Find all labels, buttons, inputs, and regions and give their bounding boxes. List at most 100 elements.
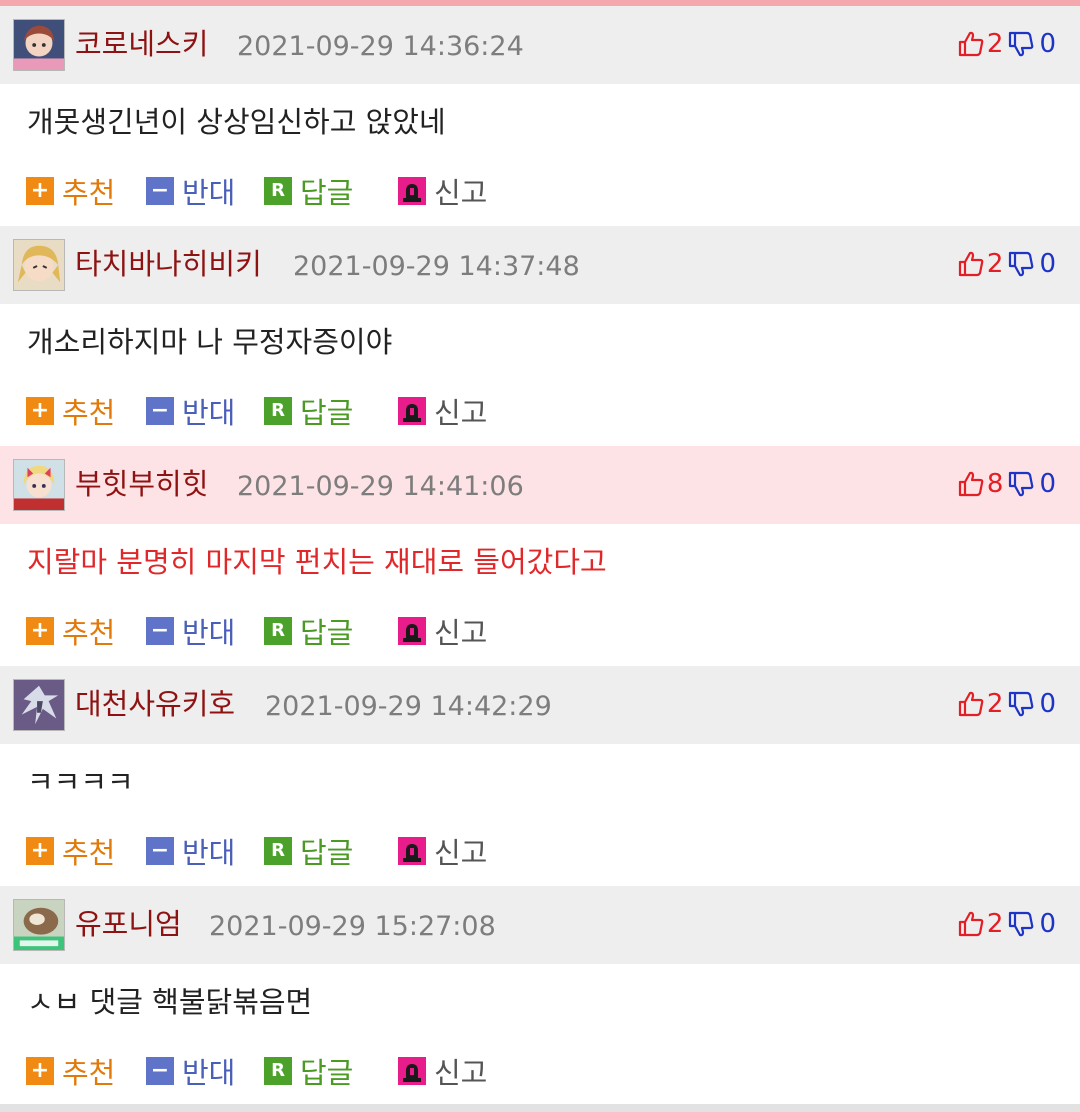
reply-icon: R (264, 177, 292, 205)
comment-item: 부힛부히힛 2021-09-29 14:41:06 8 0 지랄마 분명히 마지… (0, 446, 1080, 666)
oppose-label: 반대 (182, 396, 236, 430)
thumbs-down-icon[interactable] (1007, 30, 1035, 58)
reply-label: 답글 (300, 1056, 354, 1090)
siren-icon (398, 837, 426, 865)
comment-text: 개못생긴년이 상상임신하고 앉았네 (27, 105, 446, 139)
thumbs-down-icon[interactable] (1007, 690, 1035, 718)
thumbs-up-icon[interactable] (957, 250, 985, 278)
comment-nickname[interactable]: 대천사유키호 (75, 684, 235, 724)
comment-text: 개소리하지마 나 무정자증이야 (27, 325, 393, 359)
recommend-label: 추천 (62, 176, 116, 210)
reply-button[interactable]: R 답글 (264, 386, 353, 436)
reply-label: 답글 (300, 616, 354, 650)
thumbs-down-icon[interactable] (1007, 910, 1035, 938)
comment-nickname[interactable]: 타치바나히비키 (75, 244, 262, 284)
user-avatar[interactable] (13, 239, 65, 291)
recommend-label: 추천 (62, 836, 116, 870)
comment-nickname[interactable]: 부힛부히힛 (75, 464, 208, 504)
downvote-count: 0 (1039, 689, 1056, 719)
comment-text: 지랄마 분명히 마지막 펀치는 재대로 들어갔다고 (27, 545, 607, 579)
user-avatar[interactable] (13, 459, 65, 511)
user-avatar[interactable] (13, 19, 65, 71)
minus-icon: − (146, 617, 174, 645)
downvote-count: 0 (1039, 909, 1056, 939)
thumbs-down-icon[interactable] (1007, 250, 1035, 278)
downvote-count: 0 (1039, 29, 1056, 59)
thumbs-up-icon[interactable] (957, 910, 985, 938)
user-avatar[interactable] (13, 679, 65, 731)
comment-nickname[interactable]: 코로네스키 (75, 24, 208, 64)
vote-counts: 2 0 (957, 904, 1056, 944)
minus-icon: − (146, 177, 174, 205)
report-button[interactable]: 신고 (398, 166, 487, 216)
comment-timestamp: 2021-09-29 15:27:08 (209, 911, 496, 942)
reply-label: 답글 (300, 176, 354, 210)
siren-icon (398, 177, 426, 205)
upvote-count: 2 (986, 909, 1004, 939)
upvote-count: 2 (986, 249, 1004, 279)
oppose-button[interactable]: − 반대 (146, 386, 235, 436)
recommend-label: 추천 (62, 616, 116, 650)
reply-button[interactable]: R 답글 (264, 606, 353, 656)
comment-timestamp: 2021-09-29 14:36:24 (237, 31, 524, 62)
user-avatar[interactable] (13, 899, 65, 951)
plus-icon: + (26, 397, 54, 425)
comment-header: 유포니엄 2021-09-29 15:27:08 2 0 (0, 886, 1080, 964)
comment-actions: + 추천 − 반대 R 답글 신고 (0, 826, 1080, 876)
reply-button[interactable]: R 답글 (264, 826, 353, 876)
report-button[interactable]: 신고 (398, 1046, 487, 1096)
recommend-button[interactable]: + 추천 (26, 606, 115, 656)
minus-icon: − (146, 837, 174, 865)
recommend-label: 추천 (62, 396, 116, 430)
downvote-count: 0 (1039, 469, 1056, 499)
comment-actions: + 추천 − 반대 R 답글 신고 (0, 1046, 1080, 1096)
report-label: 신고 (434, 836, 488, 870)
thumbs-up-icon[interactable] (957, 470, 985, 498)
plus-icon: + (26, 177, 54, 205)
minus-icon: − (146, 1057, 174, 1085)
reply-button[interactable]: R 답글 (264, 1046, 353, 1096)
oppose-button[interactable]: − 반대 (146, 1046, 235, 1096)
comment-timestamp: 2021-09-29 14:41:06 (237, 471, 524, 502)
report-button[interactable]: 신고 (398, 386, 487, 436)
report-label: 신고 (434, 1056, 488, 1090)
reply-icon: R (264, 617, 292, 645)
comment-item: 타치바나히비키 2021-09-29 14:37:48 2 0 개소리하지마 나… (0, 226, 1080, 446)
recommend-button[interactable]: + 추천 (26, 386, 115, 436)
comment-item: 코로네스키 2021-09-29 14:36:24 2 0 개못생긴년이 상상임… (0, 6, 1080, 226)
comment-actions: + 추천 − 반대 R 답글 신고 (0, 166, 1080, 216)
recommend-button[interactable]: + 추천 (26, 1046, 115, 1096)
siren-icon (398, 397, 426, 425)
comment-nickname[interactable]: 유포니엄 (75, 904, 182, 944)
thumbs-down-icon[interactable] (1007, 470, 1035, 498)
oppose-button[interactable]: − 반대 (146, 606, 235, 656)
report-label: 신고 (434, 396, 488, 430)
report-label: 신고 (434, 176, 488, 210)
report-label: 신고 (434, 616, 488, 650)
comment-item: 대천사유키호 2021-09-29 14:42:29 2 0 ㅋㅋㅋㅋ + 추천 … (0, 666, 1080, 886)
downvote-count: 0 (1039, 249, 1056, 279)
reply-label: 답글 (300, 836, 354, 870)
recommend-button[interactable]: + 추천 (26, 166, 115, 216)
oppose-button[interactable]: − 반대 (146, 166, 235, 216)
report-button[interactable]: 신고 (398, 606, 487, 656)
oppose-button[interactable]: − 반대 (146, 826, 235, 876)
reply-icon: R (264, 1057, 292, 1085)
comment-item: 유포니엄 2021-09-29 15:27:08 2 0 ㅅㅂ 댓글 핵불닭볶음… (0, 886, 1080, 1106)
comment-actions: + 추천 − 반대 R 답글 신고 (0, 386, 1080, 436)
comment-text: ㅋㅋㅋㅋ (27, 765, 134, 799)
plus-icon: + (26, 837, 54, 865)
comment-header: 코로네스키 2021-09-29 14:36:24 2 0 (0, 6, 1080, 84)
reply-button[interactable]: R 답글 (264, 166, 353, 216)
thumbs-up-icon[interactable] (957, 30, 985, 58)
reply-icon: R (264, 837, 292, 865)
bottom-divider (0, 1104, 1080, 1112)
siren-icon (398, 1057, 426, 1085)
upvote-count: 8 (986, 469, 1004, 499)
thumbs-up-icon[interactable] (957, 690, 985, 718)
recommend-button[interactable]: + 추천 (26, 826, 115, 876)
report-button[interactable]: 신고 (398, 826, 487, 876)
comment-timestamp: 2021-09-29 14:42:29 (265, 691, 552, 722)
reply-icon: R (264, 397, 292, 425)
oppose-label: 반대 (182, 836, 236, 870)
